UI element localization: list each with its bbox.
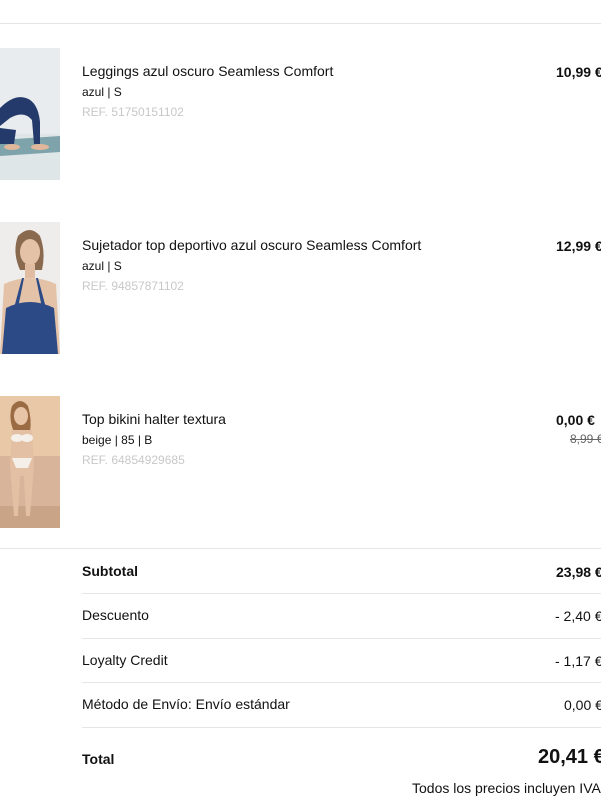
order-item-bikini-top: Top bikini halter textura beige | 85 | B…	[0, 396, 601, 528]
item-variant: azul | S	[82, 259, 122, 273]
row-divider	[82, 638, 601, 639]
item-reference: REF. 94857871102	[82, 279, 184, 293]
item-name[interactable]: Leggings azul oscuro Seamless Comfort	[82, 63, 333, 79]
loyalty-credit-value: - 1,17 €	[555, 653, 601, 669]
bikini-product-image[interactable]	[0, 396, 60, 528]
order-item-leggings: Leggings azul oscuro Seamless Comfort az…	[0, 48, 601, 180]
row-divider	[82, 682, 601, 683]
item-price: 0,00 €	[556, 412, 595, 428]
total-value: 20,41 €	[538, 746, 601, 768]
order-item-sports-bra: Sujetador top deportivo azul oscuro Seam…	[0, 222, 601, 354]
discount-value: - 2,40 €	[555, 608, 601, 624]
item-reference: REF. 51750151102	[82, 105, 184, 119]
subtotal-label: Subtotal	[82, 563, 138, 579]
total-label: Total	[82, 751, 115, 767]
item-price: 12,99 €	[556, 238, 601, 254]
subtotal-value: 23,98 €	[556, 564, 601, 580]
leggings-product-image[interactable]	[0, 48, 60, 180]
row-divider	[82, 593, 601, 594]
sports-bra-product-image[interactable]	[0, 222, 60, 354]
loyalty-credit-label: Loyalty Credit	[82, 652, 168, 668]
summary-divider	[0, 548, 601, 549]
item-original-price: 8,99 €	[570, 432, 601, 446]
top-divider	[0, 23, 601, 24]
row-divider	[82, 727, 601, 728]
item-name[interactable]: Top bikini halter textura	[82, 411, 226, 427]
shipping-value: 0,00 €	[564, 697, 601, 713]
item-variant: beige | 85 | B	[82, 433, 153, 447]
item-price: 10,99 €	[556, 64, 601, 80]
item-name[interactable]: Sujetador top deportivo azul oscuro Seam…	[82, 237, 421, 253]
item-reference: REF. 64854929685	[82, 453, 185, 467]
shipping-method-label: Método de Envío: Envío estándar	[82, 696, 290, 712]
item-variant: azul | S	[82, 85, 122, 99]
tax-note: Todos los precios incluyen IVA	[412, 780, 601, 796]
discount-label: Descuento	[82, 607, 149, 623]
